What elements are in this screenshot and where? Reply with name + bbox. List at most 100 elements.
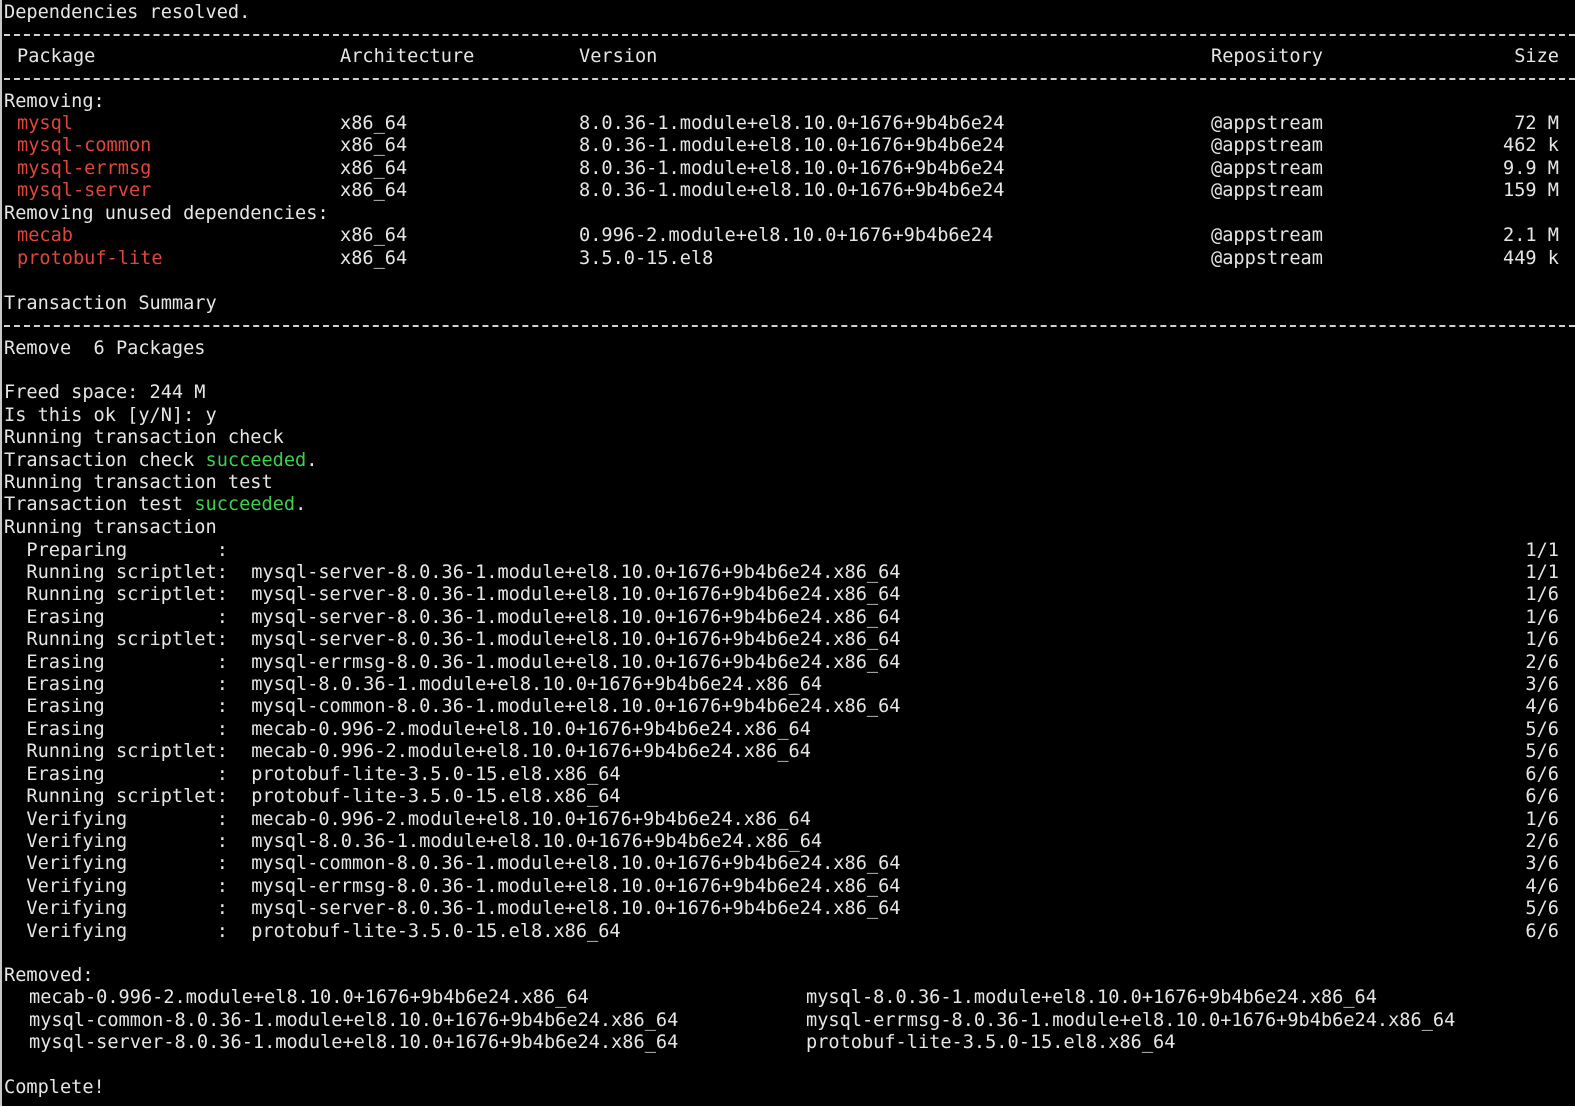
step-action: Erasing : <box>4 763 228 785</box>
step-count: 6/6 <box>1525 920 1559 942</box>
package-arch: x86_64 <box>340 225 408 246</box>
step-target: mysql-common-8.0.36-1.module+el8.10.0+16… <box>240 696 901 718</box>
package-size: 9.9 M <box>1503 158 1559 179</box>
col-repository: Repository <box>1211 46 1323 67</box>
step-target: mysql-server-8.0.36-1.module+el8.10.0+16… <box>240 561 901 583</box>
step-line: Verifying : mecab-0.996-2.module+el8.10.… <box>4 809 1575 831</box>
success-text: succeeded <box>194 494 296 515</box>
package-size: 72 M <box>1514 113 1559 134</box>
step-line: Verifying : mysql-server-8.0.36-1.module… <box>4 898 1575 920</box>
transaction-check-running: Running transaction check <box>4 427 284 448</box>
table-top-divider <box>4 34 1575 36</box>
removed-label: Removed: <box>4 965 94 986</box>
period: . <box>295 494 307 515</box>
removed-package: mysql-8.0.36-1.module+el8.10.0+1676+9b4b… <box>806 987 1377 1008</box>
summary-title: Transaction Summary <box>4 293 217 314</box>
step-target: mysql-8.0.36-1.module+el8.10.0+1676+9b4b… <box>240 674 823 696</box>
result-prefix: Transaction check <box>4 450 206 471</box>
unused-deps-label: Removing unused dependencies: <box>4 203 329 224</box>
step-action: Erasing : <box>4 606 228 628</box>
step-action: Verifying : <box>4 875 228 897</box>
step-count: 2/6 <box>1525 830 1559 852</box>
step-count: 5/6 <box>1525 741 1559 763</box>
col-size: Size <box>1514 46 1559 67</box>
transaction-test-running: Running transaction test <box>4 472 273 493</box>
transaction-check-result: Transaction check succeeded. <box>4 450 1575 472</box>
table-row: mysql x86_64 8.0.36-1.module+el8.10.0+16… <box>4 113 1575 135</box>
step-action: Verifying : <box>4 830 228 852</box>
step-line: Erasing : mysql-errmsg-8.0.36-1.module+e… <box>4 652 1575 674</box>
step-target: mysql-server-8.0.36-1.module+el8.10.0+16… <box>240 584 901 606</box>
step-target: mysql-server-8.0.36-1.module+el8.10.0+16… <box>240 606 901 628</box>
step-target: mecab-0.996-2.module+el8.10.0+1676+9b4b6… <box>240 808 811 830</box>
step-target: mysql-server-8.0.36-1.module+el8.10.0+16… <box>240 898 901 920</box>
step-action: Verifying : <box>4 853 228 875</box>
step-action: Running scriptlet: <box>4 741 228 763</box>
step-action: Erasing : <box>4 696 228 718</box>
package-repo: @appstream <box>1211 113 1323 134</box>
step-count: 5/6 <box>1525 718 1559 740</box>
table-row: mysql-errmsg x86_64 8.0.36-1.module+el8.… <box>4 158 1575 180</box>
step-action: Running scriptlet: <box>4 629 228 651</box>
summary-divider <box>4 325 1575 327</box>
freed-space: Freed space: 244 M <box>4 382 206 403</box>
step-line: Verifying : mysql-8.0.36-1.module+el8.10… <box>4 831 1575 853</box>
package-repo: @appstream <box>1211 225 1323 246</box>
package-version: 8.0.36-1.module+el8.10.0+1676+9b4b6e24 <box>579 135 1005 156</box>
step-target: protobuf-lite-3.5.0-15.el8.x86_64 <box>240 786 621 808</box>
col-version: Version <box>579 46 658 67</box>
step-action: Running scriptlet: <box>4 561 228 583</box>
table-row: mysql-common x86_64 8.0.36-1.module+el8.… <box>4 135 1575 157</box>
step-target: mysql-common-8.0.36-1.module+el8.10.0+16… <box>240 853 901 875</box>
step-line: Erasing : mysql-server-8.0.36-1.module+e… <box>4 607 1575 629</box>
step-count: 2/6 <box>1525 651 1559 673</box>
confirm-prompt: Is this ok [y/N]: y <box>4 405 217 426</box>
transaction-test-result: Transaction test succeeded. <box>4 494 1575 516</box>
package-size: 449 k <box>1503 248 1559 269</box>
step-target: protobuf-lite-3.5.0-15.el8.x86_64 <box>240 763 621 785</box>
step-line: Erasing : mysql-common-8.0.36-1.module+e… <box>4 696 1575 718</box>
removed-package: mysql-server-8.0.36-1.module+el8.10.0+16… <box>29 1032 679 1053</box>
removed-package: mysql-common-8.0.36-1.module+el8.10.0+16… <box>29 1010 679 1031</box>
step-target: mecab-0.996-2.module+el8.10.0+1676+9b4b6… <box>240 741 811 763</box>
status-line: Dependencies resolved. <box>4 2 251 23</box>
step-target: mysql-errmsg-8.0.36-1.module+el8.10.0+16… <box>240 875 901 897</box>
step-count: 1/1 <box>1525 561 1559 583</box>
step-count: 4/6 <box>1525 696 1559 718</box>
package-name: mysql <box>17 113 73 134</box>
package-arch: x86_64 <box>340 180 408 201</box>
col-package: Package <box>17 46 96 67</box>
step-line: Verifying : mysql-errmsg-8.0.36-1.module… <box>4 876 1575 898</box>
package-name: mysql-common <box>17 135 152 156</box>
step-count: 1/6 <box>1525 629 1559 651</box>
step-action: Erasing : <box>4 718 228 740</box>
step-line: Verifying : protobuf-lite-3.5.0-15.el8.x… <box>4 921 1575 943</box>
step-action: Verifying : <box>4 808 228 830</box>
package-size: 159 M <box>1503 180 1559 201</box>
terminal-window[interactable]: Dependencies resolved. Package Architect… <box>0 0 1575 1106</box>
step-line: Running scriptlet: mysql-server-8.0.36-1… <box>4 562 1575 584</box>
removed-row: mysql-server-8.0.36-1.module+el8.10.0+16… <box>4 1032 1575 1054</box>
running-transaction: Running transaction <box>4 517 217 538</box>
step-count: 3/6 <box>1525 853 1559 875</box>
step-line: Running scriptlet: mecab-0.996-2.module+… <box>4 741 1575 763</box>
remove-count: Remove 6 Packages <box>4 338 206 359</box>
step-line: Preparing : 1/1 <box>4 540 1575 562</box>
step-count: 1/6 <box>1525 584 1559 606</box>
package-name: mecab <box>17 225 73 246</box>
package-size: 462 k <box>1503 135 1559 156</box>
step-action: Erasing : <box>4 651 228 673</box>
step-target: mysql-errmsg-8.0.36-1.module+el8.10.0+16… <box>240 651 901 673</box>
success-text: succeeded <box>205 450 307 471</box>
step-line: Erasing : mecab-0.996-2.module+el8.10.0+… <box>4 719 1575 741</box>
step-action: Verifying : <box>4 898 228 920</box>
result-prefix: Transaction test <box>4 494 195 515</box>
step-line: Erasing : protobuf-lite-3.5.0-15.el8.x86… <box>4 764 1575 786</box>
package-version: 3.5.0-15.el8 <box>579 248 714 269</box>
step-target: mysql-server-8.0.36-1.module+el8.10.0+16… <box>240 629 901 651</box>
package-repo: @appstream <box>1211 135 1323 156</box>
package-repo: @appstream <box>1211 248 1323 269</box>
step-count: 3/6 <box>1525 674 1559 696</box>
package-name: mysql-errmsg <box>17 158 152 179</box>
step-line: Running scriptlet: mysql-server-8.0.36-1… <box>4 629 1575 651</box>
